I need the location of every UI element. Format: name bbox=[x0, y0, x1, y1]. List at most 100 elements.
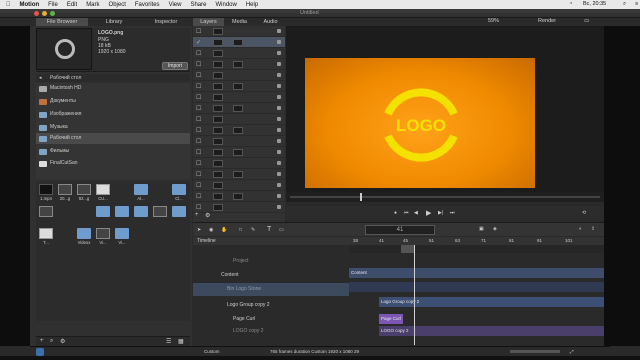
visibility-checkbox[interactable]: ☐ bbox=[196, 138, 201, 145]
layer-row[interactable]: ☐ bbox=[193, 114, 285, 125]
menu-help[interactable]: Help bbox=[246, 2, 258, 8]
hand-tool-icon[interactable]: ✋ bbox=[221, 227, 227, 233]
layer-row[interactable]: ☐ bbox=[193, 180, 285, 191]
file-item[interactable] bbox=[38, 206, 54, 224]
timeline-ruler[interactable] bbox=[349, 245, 604, 253]
layer-row[interactable]: ☐ bbox=[193, 26, 285, 37]
layer-row[interactable]: ☐ bbox=[193, 70, 285, 81]
file-item[interactable]: CU... bbox=[95, 184, 111, 202]
visibility-checkbox[interactable]: ☐ bbox=[196, 204, 201, 211]
timeline-row-selected[interactable]: Bin Logo Stone bbox=[193, 283, 349, 296]
menu-favorites[interactable]: Favorites bbox=[135, 2, 160, 8]
tab-library[interactable]: Library bbox=[88, 18, 140, 26]
timeline-row[interactable]: Content bbox=[193, 269, 349, 282]
pen-tool-icon[interactable]: ✎ bbox=[251, 227, 255, 233]
layer-row[interactable]: ☐ bbox=[193, 103, 285, 114]
select-tool-icon[interactable]: ➤ bbox=[197, 227, 201, 233]
loop-icon[interactable]: ⟲ bbox=[582, 210, 586, 216]
layer-row[interactable]: ☐ bbox=[193, 158, 285, 169]
menu-share[interactable]: Share bbox=[190, 2, 206, 8]
filters-icon[interactable]: ◈ bbox=[493, 226, 497, 232]
layer-row[interactable]: ☐ bbox=[193, 147, 285, 158]
grid-view-icon[interactable]: ▦ bbox=[178, 338, 184, 345]
go-end-icon[interactable]: ⏭ bbox=[450, 210, 455, 216]
file-item[interactable] bbox=[95, 206, 111, 224]
timeline-playhead[interactable] bbox=[414, 245, 415, 345]
tab-layers[interactable]: Layers bbox=[193, 18, 224, 26]
step-back-icon[interactable]: ◀ bbox=[414, 210, 418, 216]
lock-icon[interactable] bbox=[277, 95, 281, 99]
layer-row-selected[interactable]: ✓ bbox=[193, 37, 285, 48]
timeline-row[interactable]: LOGO copy 2 bbox=[193, 325, 349, 338]
menu-file[interactable]: File bbox=[48, 2, 58, 8]
minimize-window-button[interactable] bbox=[42, 11, 47, 16]
clip-logo-copy[interactable]: LOGO copy 2 bbox=[379, 326, 604, 336]
add-icon[interactable]: + bbox=[40, 338, 44, 344]
file-item[interactable]: Vi... bbox=[114, 228, 130, 246]
mini-timeline[interactable] bbox=[286, 192, 604, 202]
layer-row[interactable]: ☐ bbox=[193, 169, 285, 180]
source-item[interactable]: Фильмы bbox=[36, 146, 190, 157]
lock-icon[interactable] bbox=[277, 117, 281, 121]
clip-content[interactable]: Content bbox=[349, 268, 604, 278]
lock-icon[interactable] bbox=[277, 29, 281, 33]
file-item[interactable] bbox=[133, 206, 149, 224]
zoom-window-button[interactable] bbox=[50, 11, 55, 16]
file-item[interactable]: Videox bbox=[76, 228, 92, 246]
view-layout-icon[interactable]: ▭ bbox=[584, 18, 589, 24]
layer-row[interactable]: ☐ bbox=[193, 136, 285, 147]
visibility-checkbox[interactable]: ☐ bbox=[196, 28, 201, 35]
source-item[interactable]: Macintosh HD bbox=[36, 83, 190, 94]
apple-icon[interactable]:  bbox=[6, 2, 11, 8]
layer-row[interactable]: ☐ bbox=[193, 92, 285, 103]
layer-row[interactable]: ☐ bbox=[193, 125, 285, 136]
lock-icon[interactable] bbox=[277, 194, 281, 198]
visibility-checkbox[interactable]: ☐ bbox=[196, 61, 201, 68]
lock-icon[interactable] bbox=[277, 40, 281, 44]
lock-icon[interactable] bbox=[277, 172, 281, 176]
clip-page-curl[interactable]: Page Curl bbox=[379, 314, 403, 324]
path-popup[interactable]: ◂ Рабочий стол bbox=[36, 74, 190, 82]
file-item[interactable]: Vi... bbox=[95, 228, 111, 246]
visibility-checkbox[interactable]: ☐ bbox=[196, 105, 201, 112]
import-button[interactable]: Import bbox=[162, 62, 188, 70]
visibility-checkbox[interactable]: ☐ bbox=[196, 182, 201, 189]
visibility-checkbox[interactable]: ☐ bbox=[196, 116, 201, 123]
timecode-display[interactable]: 41 bbox=[365, 225, 435, 235]
visibility-checkbox[interactable]: ☐ bbox=[196, 160, 201, 167]
color-icon[interactable]: ◐ bbox=[579, 226, 582, 232]
tab-inspector[interactable]: Inspector bbox=[140, 18, 192, 26]
render-menu[interactable]: Render bbox=[538, 18, 556, 24]
logo-graphic[interactable]: LOGO bbox=[380, 84, 462, 166]
visibility-checkbox[interactable]: ✓ bbox=[196, 39, 201, 46]
lock-icon[interactable] bbox=[277, 106, 281, 110]
source-item[interactable]: Музыка bbox=[36, 122, 190, 133]
lock-icon[interactable] bbox=[277, 62, 281, 66]
lock-icon[interactable] bbox=[277, 84, 281, 88]
visibility-checkbox[interactable]: ☐ bbox=[196, 94, 201, 101]
search-icon[interactable]: ⌕ bbox=[623, 1, 626, 8]
lock-icon[interactable] bbox=[277, 150, 281, 154]
view-tool-icon[interactable]: ◉ bbox=[209, 227, 213, 233]
zoom-slider[interactable] bbox=[510, 350, 560, 353]
menu-clock[interactable]: Вс, 20:35 bbox=[583, 1, 606, 7]
step-forward-icon[interactable]: ▶| bbox=[438, 210, 443, 216]
file-item[interactable] bbox=[152, 206, 168, 224]
text-tool-icon[interactable]: T bbox=[267, 226, 271, 233]
source-item[interactable]: Изображения bbox=[36, 109, 190, 120]
file-item[interactable]: Cl... bbox=[171, 184, 187, 202]
layer-row[interactable]: ☐ bbox=[193, 191, 285, 202]
menu-object[interactable]: Object bbox=[109, 2, 126, 8]
visibility-checkbox[interactable]: ☐ bbox=[196, 50, 201, 57]
close-window-button[interactable] bbox=[34, 11, 39, 16]
wifi-icon[interactable]: ◔ bbox=[569, 1, 572, 7]
layer-row[interactable]: ☐ bbox=[193, 81, 285, 92]
list-icon[interactable]: ≡ bbox=[635, 1, 638, 7]
file-item[interactable]: T... bbox=[38, 228, 54, 246]
clip-logo-group[interactable]: Logo Group copy 2 bbox=[379, 297, 604, 307]
zoom-level[interactable]: 59% bbox=[488, 18, 499, 24]
visibility-checkbox[interactable]: ☐ bbox=[196, 72, 201, 79]
file-item[interactable] bbox=[114, 206, 130, 224]
lock-icon[interactable] bbox=[277, 128, 281, 132]
lock-icon[interactable] bbox=[277, 161, 281, 165]
